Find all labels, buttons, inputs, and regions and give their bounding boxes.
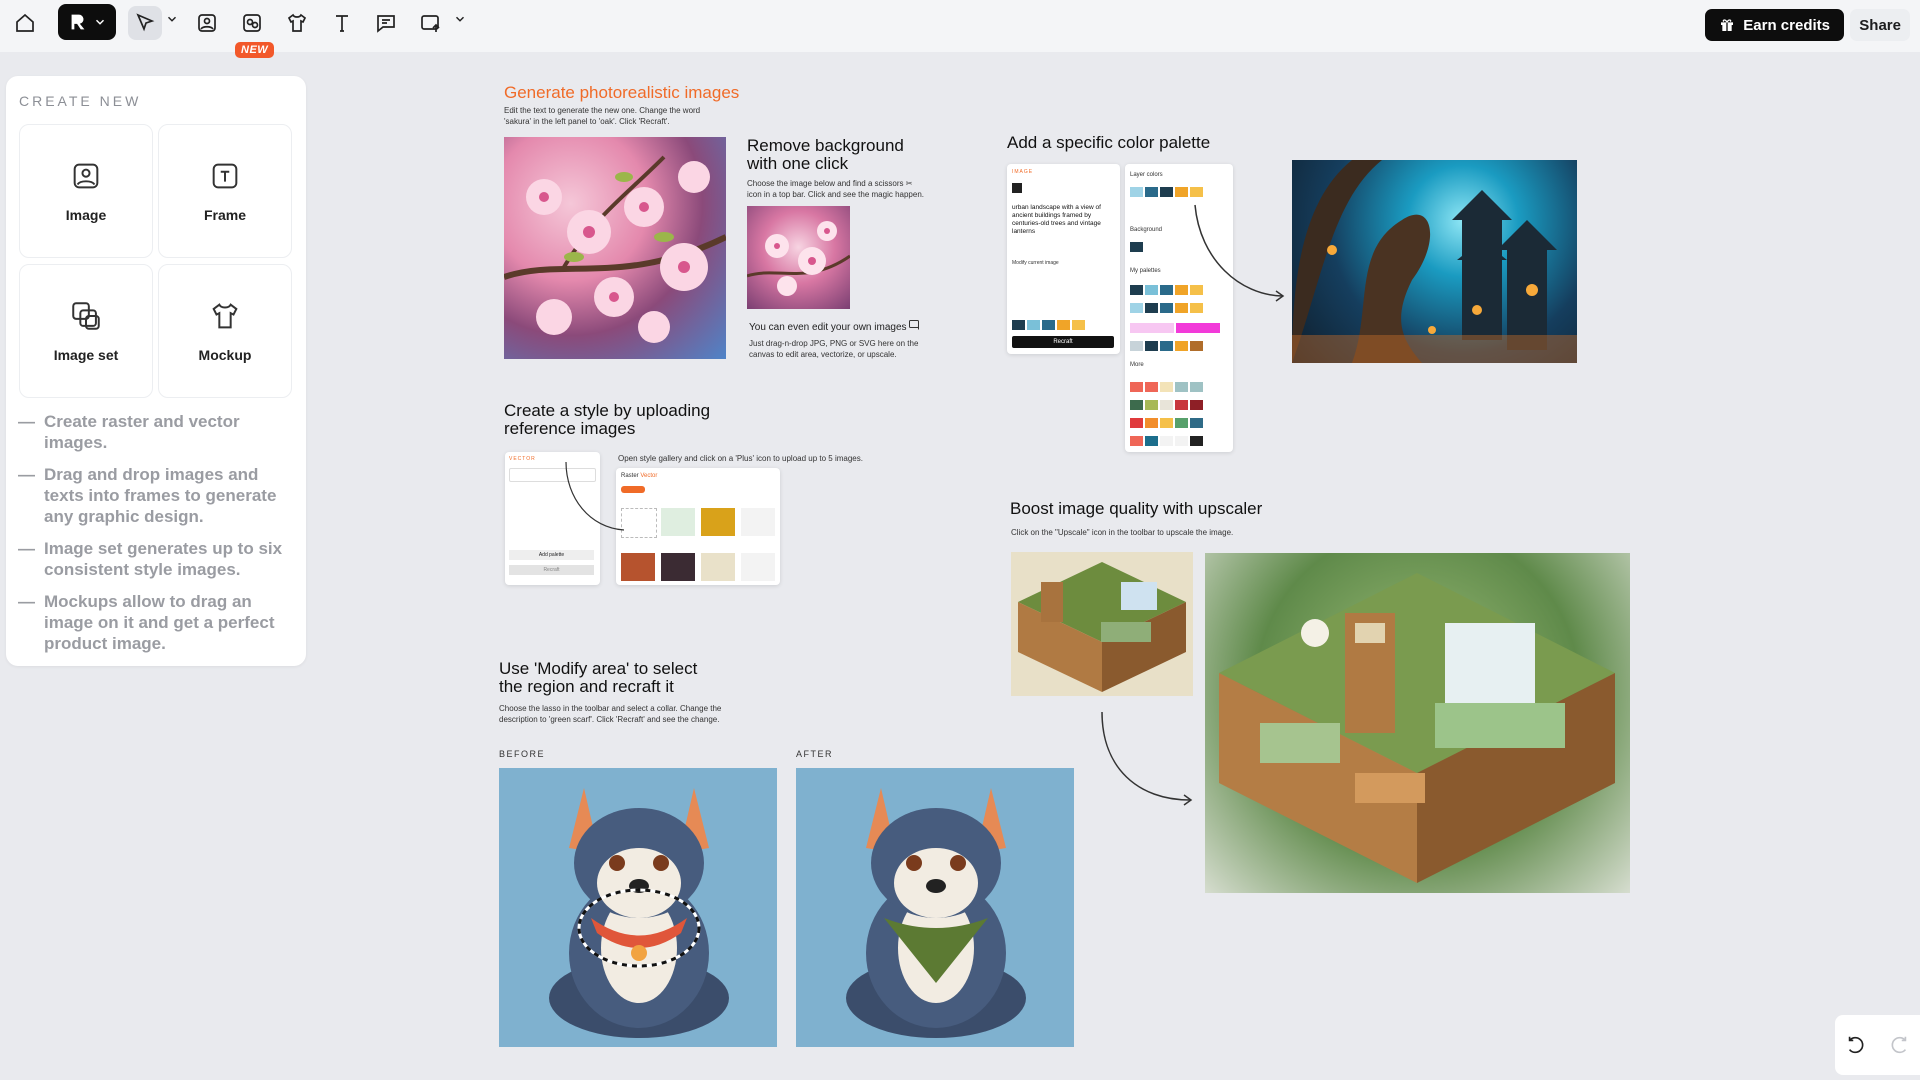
tshirt-icon [287, 13, 307, 32]
arrow-connector [1101, 711, 1193, 806]
create-frame-card[interactable]: Frame [158, 124, 292, 258]
upload-tool-button[interactable] [414, 6, 448, 40]
style-description: Open style gallery and click on a 'Plus'… [618, 454, 863, 463]
sakura-image[interactable] [504, 137, 726, 359]
edit-own-images-title: You can even edit your own images [749, 320, 921, 333]
photoreal-title: Generate photorealistic images [504, 83, 740, 102]
tip-item: — Create raster and vector images. [18, 412, 240, 452]
dog-before-image[interactable] [499, 768, 777, 1047]
text-tool-button[interactable] [325, 6, 359, 40]
recraft-logo-icon [71, 14, 85, 30]
new-badge: NEW [235, 42, 275, 58]
tip-item: — Image set generates up to six consisten… [18, 539, 283, 579]
create-mockup-card[interactable]: Mockup [158, 264, 292, 398]
undo-icon[interactable] [1845, 1034, 1867, 1056]
comment-tool-button[interactable] [369, 6, 403, 40]
card-label: Image [65, 207, 107, 223]
share-button[interactable]: Share [1850, 9, 1910, 41]
chevron-down-icon [95, 19, 105, 25]
image-set-tool-button[interactable] [235, 6, 269, 40]
palette-prompt-text: urban landscape with a view of ancient b… [1012, 204, 1101, 235]
image-tool-button[interactable] [190, 6, 224, 40]
top-toolbar: NEW Earn credits Share [0, 0, 1920, 58]
tip-item: — Mockups allow to drag an image on it an… [18, 592, 275, 653]
arrow-connector [565, 461, 625, 531]
palette-title: Add a specific color palette [1007, 133, 1211, 152]
dog-after-image[interactable] [796, 768, 1074, 1047]
remove-bg-description: Choose the image below and find a scisso… [747, 179, 924, 199]
create-new-panel: CREATE NEW Image Frame Image set Mockup … [6, 76, 306, 666]
home-icon[interactable] [8, 6, 42, 40]
chevron-down-icon[interactable] [453, 12, 467, 26]
style-gallery-panel: Raster Vector [616, 468, 780, 585]
earn-credits-label: Earn credits [1743, 16, 1830, 34]
image-icon [73, 163, 99, 189]
room-small-image[interactable] [1011, 552, 1193, 696]
upload-image-icon [421, 15, 440, 32]
room-large-image[interactable] [1205, 553, 1630, 893]
frame-icon [212, 163, 238, 189]
upscale-title: Boost image quality with upscaler [1010, 499, 1263, 518]
mockup-tool-button[interactable] [280, 6, 314, 40]
style-title: Create a style by uploading reference im… [504, 401, 711, 438]
recraft-mock-button: Recraft [1012, 336, 1114, 348]
image-set-icon [243, 14, 261, 32]
after-label: AFTER [796, 749, 834, 759]
image-icon [198, 14, 216, 32]
gift-icon [1721, 19, 1734, 31]
modify-title: Use 'Modify area' to select the region a… [499, 659, 698, 696]
card-label: Frame [203, 207, 247, 223]
redo-icon[interactable] [1888, 1034, 1910, 1056]
before-label: BEFORE [499, 749, 546, 759]
create-image-set-card[interactable]: Image set [19, 264, 153, 398]
card-label: Mockup [198, 347, 252, 363]
upscale-description: Click on the "Upscale" icon in the toolb… [1011, 528, 1234, 537]
card-label: Image set [53, 347, 119, 363]
tshirt-icon [212, 303, 238, 329]
tip-item: — Drag and drop images and texts into fra… [18, 465, 277, 526]
create-image-card[interactable]: Image [19, 124, 153, 258]
sakura-small-image[interactable] [747, 206, 850, 309]
fantasy-city-image[interactable] [1292, 160, 1577, 363]
panel-title: CREATE NEW [19, 93, 142, 109]
recraft-logo-menu-button[interactable] [58, 4, 116, 40]
modify-description: Choose the lasso in the toolbar and sele… [499, 704, 722, 724]
palette-prompt-panel: IMAGE urban landscape with a view of anc… [1007, 164, 1120, 354]
modify-image-label: Modify current image [1012, 260, 1059, 266]
chevron-down-icon[interactable] [165, 12, 179, 26]
comment-icon [377, 15, 395, 33]
select-tool-button[interactable] [128, 6, 162, 40]
remove-bg-title: Remove background with one click [747, 136, 904, 173]
cursor-icon [136, 13, 155, 32]
earn-credits-button[interactable]: Earn credits [1705, 9, 1844, 41]
arrow-connector [1194, 204, 1285, 302]
text-icon [336, 15, 348, 32]
tips-list: — Create raster and vector images. — Drag … [18, 411, 298, 665]
edit-own-images-description: Just drag-n-drop JPG, PNG or SVG here on… [749, 339, 919, 359]
photoreal-description: Edit the text to generate the new one. C… [504, 106, 701, 126]
upload-image-icon [909, 320, 920, 330]
history-controls [1835, 1015, 1920, 1075]
image-set-icon [72, 302, 100, 330]
